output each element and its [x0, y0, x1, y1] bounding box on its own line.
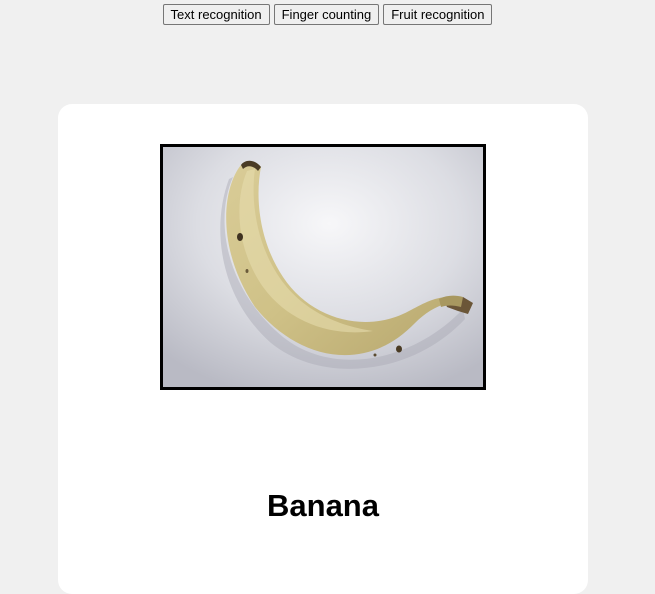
finger-counting-button[interactable]: Finger counting	[273, 4, 380, 25]
banana-photo	[163, 147, 483, 387]
result-card: Banana	[58, 104, 588, 594]
text-recognition-button[interactable]: Text recognition	[162, 4, 270, 25]
recognition-result: Banana	[267, 488, 379, 523]
fruit-recognition-button[interactable]: Fruit recognition	[383, 4, 493, 25]
camera-feed	[160, 144, 486, 390]
mode-toolbar: Text recognition Finger counting Fruit r…	[0, 4, 655, 26]
